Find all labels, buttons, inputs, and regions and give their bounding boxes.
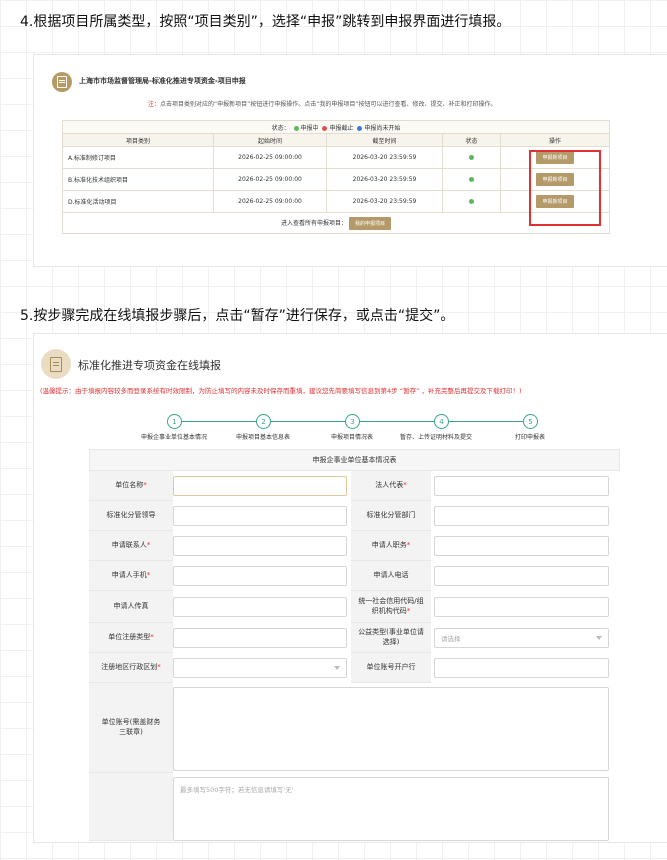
- step-4-label: 暂存、上传证明材料及提交: [399, 434, 472, 441]
- contact-label: 申请联系人 *: [89, 531, 173, 561]
- step5-heading: 5.按步骤完成在线填报步骤后，点击“暂存”进行保存，或点击“提交”。: [20, 308, 455, 324]
- row-status: [442, 168, 501, 191]
- action-highlight-box: [529, 150, 601, 226]
- row-end: 2026-03-20 23:59:59: [326, 146, 443, 169]
- footer-text: 进入查看所有申报项目：: [281, 219, 348, 227]
- document-icon: [52, 72, 72, 92]
- row-category: D.标准化活动项目: [62, 190, 214, 213]
- credit-code-input[interactable]: [434, 597, 609, 617]
- row-start: 2026-02-25 09:00:00: [213, 190, 327, 213]
- table-row: B.标准化技术组织项目 2026-02-25 09:00:00 2026-03-…: [62, 168, 610, 191]
- project-category-table: 状态： 申报中 申报截止 申报尚未开始 项目类别 起始时间 截至时间 状态 操作…: [62, 120, 610, 234]
- bank-label: 单位账号开户行: [351, 653, 431, 683]
- reg-type-label: 单位注册类型 *: [89, 623, 173, 653]
- std-leader-input[interactable]: [173, 506, 347, 526]
- step-3-circle[interactable]: 3: [345, 414, 360, 429]
- step-3-label: 申报项目情况表: [330, 434, 373, 441]
- green-status-dot: [293, 125, 299, 131]
- mobile-label: 申请人手机 *: [89, 561, 173, 591]
- column-header: 状态: [442, 133, 501, 147]
- step-1-circle[interactable]: 1: [167, 414, 182, 429]
- contact-input[interactable]: [173, 536, 347, 556]
- column-header: 截至时间: [326, 133, 443, 147]
- notice-text: 点击项目类别对应的“申报新项目”按钮进行申报操作。点击“我的申报项目”按钮可以进…: [160, 101, 497, 108]
- table-header: 项目类别 起始时间 截至时间 状态 操作: [62, 133, 610, 147]
- welfare-type-label: 公益类型(事业单位请选择): [351, 623, 431, 653]
- notes-textarea[interactable]: 最多填写500字符；若无信息请填写'无': [173, 777, 609, 841]
- form-title: 申报企事业单位基本情况表: [89, 449, 620, 471]
- table-row: A.标准制修订项目 2026-02-25 09:00:00 2026-03-20…: [62, 146, 610, 169]
- phone-label: 申请人电话: [351, 561, 431, 591]
- step-5-circle[interactable]: 5: [523, 414, 538, 429]
- account-textarea[interactable]: [173, 687, 609, 771]
- form-document-icon: [41, 349, 71, 379]
- green-status-dot: [469, 199, 474, 204]
- column-header: 起始时间: [213, 133, 327, 147]
- step-connector: [359, 421, 434, 422]
- unit-name-input[interactable]: [173, 476, 347, 496]
- step-1-label: 申报企事业单位基本情况: [140, 434, 207, 441]
- fax-input[interactable]: [173, 597, 347, 617]
- legal-rep-label: 法人代表 *: [351, 471, 431, 501]
- notes-label: [89, 773, 173, 841]
- chevron-down-icon: [334, 666, 340, 670]
- blue-status-dot: [357, 125, 363, 131]
- step-4-circle[interactable]: 4: [434, 414, 449, 429]
- bank-input[interactable]: [434, 658, 609, 678]
- position-label: 申请人职务 *: [351, 531, 431, 561]
- welfare-type-select[interactable]: 请选择: [434, 628, 609, 648]
- table-row: D.标准化活动项目 2026-02-25 09:00:00 2026-03-20…: [62, 190, 610, 213]
- std-dept-label: 标准化分管部门: [351, 501, 431, 531]
- green-status-dot: [469, 177, 474, 182]
- position-input[interactable]: [434, 536, 609, 556]
- chevron-down-icon: [596, 636, 602, 640]
- step-connector: [448, 421, 523, 422]
- region-select[interactable]: [173, 658, 347, 678]
- legal-rep-input[interactable]: [434, 476, 609, 496]
- row-status: [442, 146, 501, 169]
- green-status-dot: [469, 155, 474, 160]
- step-2-label: 申报项目基本信息表: [235, 434, 290, 441]
- row-category: A.标准制修订项目: [62, 146, 214, 169]
- column-header: 项目类别: [62, 133, 214, 147]
- std-leader-label: 标准化分管领导: [89, 501, 173, 531]
- row-end: 2026-03-20 23:59:59: [326, 190, 443, 213]
- step-connector: [270, 421, 345, 422]
- row-start: 2026-02-25 09:00:00: [213, 146, 327, 169]
- row-status: [442, 190, 501, 213]
- step-5-label: 打印申报表: [514, 434, 545, 441]
- account-label: 单位账号(需盖财务三联章): [89, 683, 173, 773]
- unit-name-label: 单位名称 *: [89, 471, 173, 501]
- status-legend: 状态： 申报中 申报截止 申报尚未开始: [62, 120, 610, 134]
- row-end: 2026-03-20 23:59:59: [326, 168, 443, 191]
- region-label: 注册地区行政区划 *: [89, 653, 173, 683]
- my-projects-button[interactable]: 我的申报项目: [348, 216, 391, 230]
- panel1-notice: 注：点击项目类别对应的“申报新项目”按钮进行申报操作。点击“我的申报项目”按钮可…: [148, 99, 496, 108]
- notice-prefix: 注：: [148, 101, 161, 108]
- panel2-title: 标准化推进专项资金在线填报: [78, 359, 221, 372]
- save-warning: (温馨提示：由于填报内容较多而登录系统有时效限制，为防止填写的内容未及时保存而重…: [40, 387, 522, 395]
- std-dept-input[interactable]: [434, 506, 609, 526]
- mobile-input[interactable]: [173, 566, 347, 586]
- panel1-title: 上海市市场监督管理局-标准化推进专项资金-项目申报: [79, 77, 246, 85]
- red-status-dot: [322, 125, 328, 131]
- reg-type-input[interactable]: [173, 628, 347, 648]
- step4-heading: 4.根据项目所属类型，按照“项目类别”，选择“申报”跳转到申报界面进行填报。: [20, 14, 511, 30]
- row-start: 2026-02-25 09:00:00: [213, 168, 327, 191]
- column-header: 操作: [500, 133, 610, 147]
- row-category: B.标准化技术组织项目: [62, 168, 214, 191]
- phone-input[interactable]: [434, 566, 609, 586]
- fax-label: 申请人传真: [89, 591, 173, 623]
- credit-code-label: 统一社会信用代码/组织机构代码*: [351, 591, 431, 623]
- step-connector: [181, 421, 256, 422]
- step-2-circle[interactable]: 2: [256, 414, 271, 429]
- unit-info-form: 申报企事业单位基本情况表 单位名称 * 法人代表 * 标准化分管领导 标准化分管部门…: [89, 449, 620, 841]
- table-footer: 进入查看所有申报项目： 我的申报项目: [62, 212, 610, 234]
